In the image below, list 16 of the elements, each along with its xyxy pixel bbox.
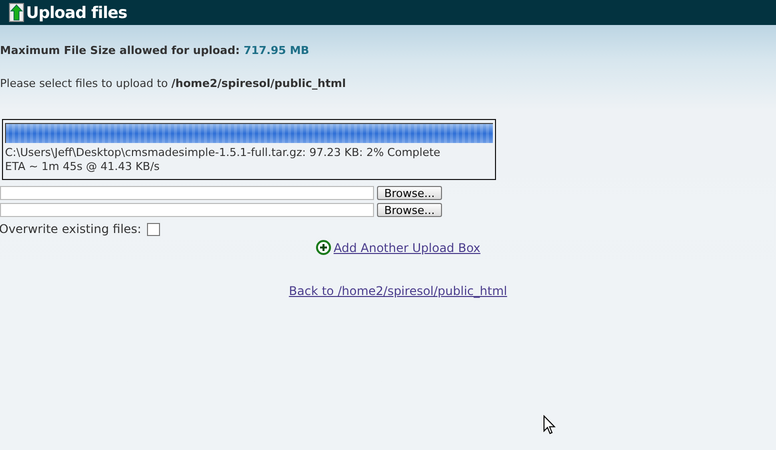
file-path-field[interactable] (0, 203, 374, 217)
destination-text: Please select files to upload to /home2/spiresol/public_html (0, 77, 347, 90)
plus-icon (316, 240, 331, 255)
browse-button[interactable]: Browse... (377, 203, 442, 217)
upload-icon (9, 3, 24, 22)
add-upload-box-link[interactable]: Add Another Upload Box (316, 240, 480, 255)
mouse-cursor-icon (543, 415, 556, 435)
browse-button[interactable]: Browse... (377, 186, 442, 200)
back-link[interactable]: Back to /home2/spiresol/public_html (288, 284, 508, 298)
progress-file-text: C:\Users\Jeff\Desktop\cmsmadesimple-1.5.1-full.tar.gz: 97.23 KB: 2% Complete (5, 146, 442, 160)
window-title: Upload files (26, 3, 128, 22)
progress-eta-text: ETA ~ 1m 45s @ 41.43 KB/s (5, 160, 161, 174)
overwrite-checkbox[interactable] (147, 222, 160, 236)
overwrite-label: Overwrite existing files: (0, 222, 142, 236)
file-path-field[interactable] (0, 186, 374, 200)
max-file-size-text: Maximum File Size allowed for upload: 717.95 MB (0, 44, 310, 57)
